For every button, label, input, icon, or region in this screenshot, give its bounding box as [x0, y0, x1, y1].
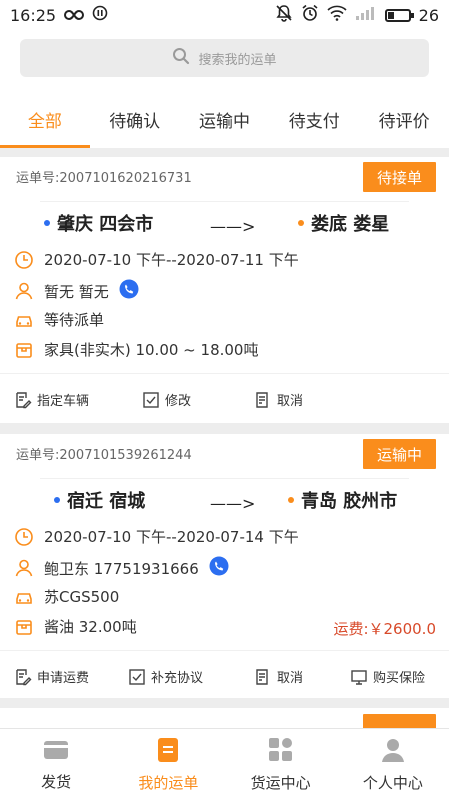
divider: [40, 478, 409, 479]
clock-icon: [14, 527, 34, 547]
cargo-row: 家具(非实木) 10.00 ~ 18.00吨: [14, 339, 258, 360]
status-badge-button[interactable]: 待接单: [363, 162, 436, 192]
tab-in-transit[interactable]: 运输中: [180, 90, 270, 148]
search-placeholder: 搜索我的运单: [198, 52, 277, 68]
buy-insurance-button[interactable]: 购买保险: [350, 667, 425, 686]
driver-info: 鲍卫东 17751931666: [44, 559, 199, 578]
route-origin: 肇庆 四会市: [57, 214, 154, 235]
cancel-button[interactable]: 取消: [254, 390, 303, 409]
search-bar-area: 搜索我的运单: [0, 30, 449, 90]
tab-all[interactable]: 全部: [0, 90, 90, 148]
bottom-navigation: 发货 我的运单 货运中心 个人中心: [0, 728, 449, 800]
vehicle-row: 苏CGS500: [14, 586, 119, 607]
time-range: 2020-07-10 下午--2020-07-14 下午: [44, 528, 299, 546]
nav-ship[interactable]: 发货: [0, 729, 112, 800]
car-icon: [14, 587, 34, 607]
tab-pending-confirm[interactable]: 待确认: [90, 90, 180, 148]
route: 宿迁 宿城 ——> 青岛 胶州市: [0, 482, 449, 518]
time-row: 2020-07-10 下午--2020-07-14 下午: [14, 526, 299, 547]
cancel-document-icon: [254, 391, 272, 409]
vehicle-info: 等待派单: [44, 311, 105, 329]
status-bar: 16:25 26: [0, 0, 449, 30]
box-icon: [14, 340, 34, 360]
route-destination: 青岛 胶州市: [301, 491, 398, 512]
order-card[interactable]: 运单号:2007101620216731 待接单 肇庆 四会市 ——> 娄底 娄…: [0, 157, 449, 423]
car-icon: [14, 310, 34, 330]
battery-level: 26: [418, 5, 439, 25]
time-range: 2020-07-10 下午--2020-07-11 下午: [44, 251, 299, 269]
route: 肇庆 四会市 ——> 娄底 娄星: [0, 205, 449, 241]
status-time: 16:25: [10, 5, 57, 25]
alarm-icon: [301, 4, 319, 26]
nav-personal-center[interactable]: 个人中心: [337, 729, 449, 800]
route-destination: 娄底 娄星: [311, 214, 390, 235]
freight-fee: 运费:￥2600.0: [333, 620, 436, 638]
box-icon: [14, 617, 34, 637]
origin-dot-icon: [54, 497, 60, 503]
checkbox-icon: [142, 391, 160, 409]
search-icon: [172, 47, 190, 69]
person-icon: [14, 281, 34, 301]
order-actions: 申请运费 补充协议 取消 购买保险: [0, 650, 449, 700]
driver-info: 暂无 暂无: [44, 282, 109, 301]
search-input[interactable]: 搜索我的运单: [20, 39, 429, 77]
user-profile-icon: [380, 737, 406, 767]
checkbox-icon: [128, 668, 146, 686]
apply-freight-button[interactable]: 申请运费: [14, 667, 89, 686]
waybill-number: 运单号:2007101620216731: [16, 171, 192, 186]
order-card[interactable]: 运单号:2007101539261244 运输中 宿迁 宿城 ——> 青岛 胶州…: [0, 434, 449, 698]
cargo-row: 酱油 32.00吨: [14, 616, 137, 637]
order-status-tabs: 全部 待确认 运输中 待支付 待评价: [0, 90, 449, 148]
grid-apps-icon: [268, 737, 294, 767]
status-badge-button[interactable]: 运输中: [363, 439, 436, 469]
vehicle-info: 苏CGS500: [44, 588, 120, 606]
nav-my-waybills[interactable]: 我的运单: [112, 729, 224, 800]
waybill-number: 运单号:2007101539261244: [16, 448, 192, 463]
nav-freight-center[interactable]: 货运中心: [225, 729, 337, 800]
time-row: 2020-07-10 下午--2020-07-11 下午: [14, 249, 299, 270]
signal-icon: [355, 5, 377, 25]
modify-button[interactable]: 修改: [142, 390, 191, 409]
supplement-agreement-button[interactable]: 补充协议: [128, 667, 203, 686]
tab-pending-review[interactable]: 待评价: [359, 90, 449, 148]
route-arrow-icon: ——>: [210, 217, 256, 236]
destination-dot-icon: [288, 497, 294, 503]
battery-icon: [384, 8, 414, 22]
destination-dot-icon: [298, 220, 304, 226]
divider: [40, 201, 409, 202]
wifi-icon: [327, 5, 347, 25]
cargo-info: 家具(非实木) 10.00 ~ 18.00吨: [44, 341, 259, 359]
origin-dot-icon: [44, 220, 50, 226]
cancel-button[interactable]: 取消: [254, 667, 303, 686]
cancel-document-icon: [254, 668, 272, 686]
person-icon: [14, 558, 34, 578]
route-arrow-icon: ——>: [210, 494, 256, 513]
driver-row: 鲍卫东 17751931666: [14, 556, 229, 580]
mute-icon: [275, 4, 293, 26]
clock-icon: [14, 250, 34, 270]
vehicle-row: 等待派单: [14, 309, 104, 330]
tab-pending-payment[interactable]: 待支付: [269, 90, 359, 148]
assign-vehicle-button[interactable]: 指定车辆: [14, 390, 89, 409]
phone-icon[interactable]: [209, 556, 229, 580]
edit-document-icon: [14, 391, 32, 409]
infinity-icon: [64, 6, 85, 25]
order-actions: 指定车辆 修改 取消: [0, 373, 449, 423]
edit-document-icon: [14, 668, 32, 686]
route-origin: 宿迁 宿城: [67, 491, 146, 512]
waybill-list-icon: [157, 737, 179, 767]
driver-row: 暂无 暂无: [14, 279, 139, 303]
ship-card-icon: [43, 738, 69, 766]
phone-icon[interactable]: [119, 279, 139, 303]
app-notification-icon: [92, 5, 108, 25]
cargo-info: 酱油 32.00吨: [44, 618, 137, 636]
monitor-icon: [350, 668, 368, 686]
